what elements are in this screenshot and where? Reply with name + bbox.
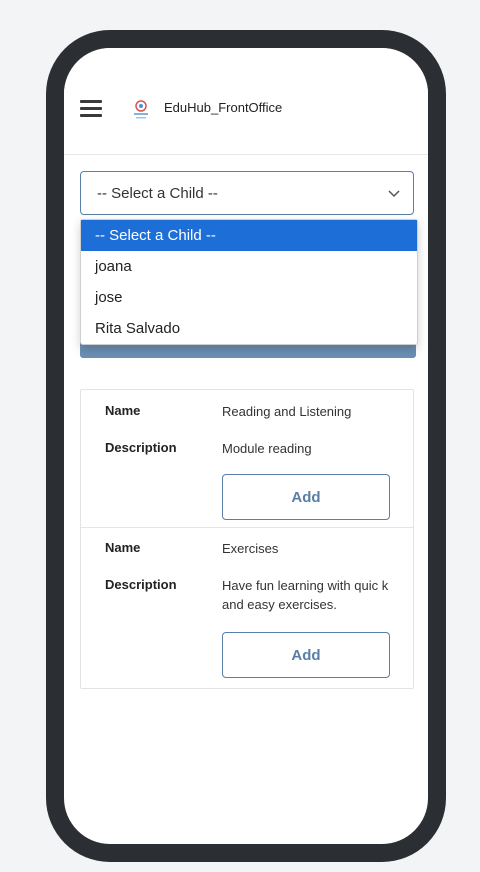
description-label: Description xyxy=(105,440,177,455)
option-jose[interactable]: jose xyxy=(81,282,417,313)
name-label: Name xyxy=(105,403,141,418)
option-rita-salvado[interactable]: Rita Salvado xyxy=(81,313,417,344)
module-item: Name Reading and Listening Description M… xyxy=(81,390,413,528)
module-name: Exercises xyxy=(222,541,279,556)
brand-name[interactable]: EduHub_FrontOffice xyxy=(164,100,282,115)
child-select[interactable]: -- Select a Child -- xyxy=(80,171,414,215)
menu-icon[interactable] xyxy=(80,100,102,117)
name-label: Name xyxy=(105,540,141,555)
module-name: Reading and Listening xyxy=(222,404,352,419)
chevron-down-icon xyxy=(388,190,400,198)
option-select-a-child[interactable]: -- Select a Child -- xyxy=(81,220,417,251)
option-joana[interactable]: joana xyxy=(81,251,417,282)
phone-screen: EduHub_FrontOffice -- Select a Child -- … xyxy=(64,48,428,844)
child-select-value: -- Select a Child -- xyxy=(97,185,218,202)
modules-card: Name Reading and Listening Description M… xyxy=(80,389,414,689)
navbar: EduHub_FrontOffice xyxy=(64,48,428,155)
module-description: Module reading xyxy=(222,441,312,456)
add-button[interactable]: Add xyxy=(222,632,390,678)
module-item: Name Exercises Description Have fun lear… xyxy=(81,528,413,687)
child-select-dropdown: -- Select a Child -- joana jose Rita Sal… xyxy=(80,219,418,345)
description-label: Description xyxy=(105,577,177,592)
logo-icon xyxy=(134,100,148,119)
phone-frame: EduHub_FrontOffice -- Select a Child -- … xyxy=(46,30,446,862)
module-description: Have fun learning with quic k and easy e… xyxy=(222,578,389,612)
add-button[interactable]: Add xyxy=(222,474,390,520)
